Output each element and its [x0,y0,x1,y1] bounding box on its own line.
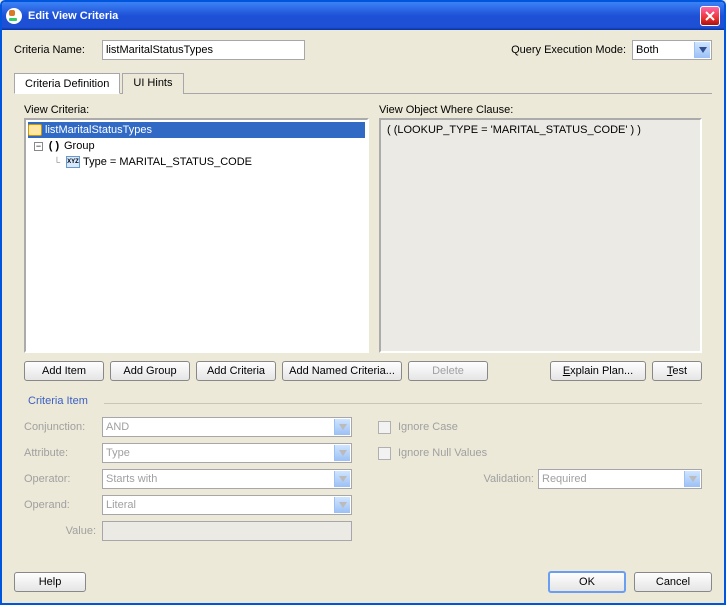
tab-ui-hints[interactable]: UI Hints [122,73,183,94]
value-input [102,521,352,541]
operator-value: Starts with [106,473,157,485]
conjunction-value: AND [106,421,129,433]
test-button[interactable]: TestTest [652,361,702,381]
add-group-button[interactable]: Add Group [110,361,190,381]
add-criteria-button[interactable]: Add Criteria [196,361,276,381]
add-named-criteria-button[interactable]: Add Named Criteria... [282,361,402,381]
operator-label: Operator: [24,473,102,485]
where-clause-text: ( (LOOKUP_TYPE = 'MARITAL_STATUS_CODE' )… [381,120,700,140]
chevron-down-icon [694,42,710,58]
attribute-select: Type [102,443,352,463]
cancel-button[interactable]: Cancel [634,572,712,592]
exec-mode-select[interactable]: Both [632,40,712,60]
tree-group-label: Group [64,140,95,152]
close-icon[interactable] [700,6,720,26]
tree-root[interactable]: listMaritalStatusTypes [28,122,365,138]
collapse-icon[interactable]: − [34,142,43,151]
tab-criteria-definition[interactable]: Criteria Definition [14,73,120,94]
chevron-down-icon [684,471,700,487]
conjunction-select: AND [102,417,352,437]
operator-select: Starts with [102,469,352,489]
ignore-case-checkbox [378,421,391,434]
tab-page: View Criteria: listMaritalStatusTypes − … [14,94,712,553]
dialog-window: Edit View Criteria Criteria Name: Query … [0,0,726,605]
validation-select: Required [538,469,702,489]
ok-button[interactable]: OK [548,571,626,593]
ignore-null-label: Ignore Null Values [398,447,538,459]
group-icon: ( ) [47,140,61,152]
attribute-value: Type [106,447,130,459]
criteria-name-input[interactable] [102,40,305,60]
view-criteria-label: View Criteria: [24,104,369,116]
delete-button: Delete [408,361,488,381]
help-button[interactable]: Help [14,572,86,592]
exec-mode-label: Query Execution Mode: [511,44,626,56]
tree-item[interactable]: └ XYZ Type = MARITAL_STATUS_CODE [28,154,365,170]
criteria-icon [28,124,42,136]
ignore-case-label: Ignore Case [398,421,538,433]
operand-value: Literal [106,499,136,511]
tree-item-label: Type = MARITAL_STATUS_CODE [83,156,252,168]
chevron-down-icon [334,419,350,435]
chevron-down-icon [334,497,350,513]
window-title: Edit View Criteria [28,10,118,22]
chevron-down-icon [334,471,350,487]
value-label: Value: [24,525,102,537]
chevron-down-icon [334,445,350,461]
where-clause-box: ( (LOOKUP_TYPE = 'MARITAL_STATUS_CODE' )… [379,118,702,353]
explain-plan-button[interactable]: EExplain Plan...xplain Plan... [550,361,646,381]
validation-label: Validation: [378,473,538,485]
connector-icon: └ [48,157,66,167]
where-clause-label: View Object Where Clause: [379,104,702,116]
add-item-button[interactable]: Add Item [24,361,104,381]
criteria-name-label: Criteria Name: [14,44,96,56]
view-criteria-tree[interactable]: listMaritalStatusTypes − ( ) Group └ [24,118,369,353]
attribute-label: Attribute: [24,447,102,459]
exec-mode-value: Both [636,44,659,56]
criteria-item-legend: Criteria Item [28,395,702,407]
attribute-icon: XYZ [66,156,80,168]
validation-value: Required [542,473,587,485]
ignore-null-checkbox [378,447,391,460]
operand-select: Literal [102,495,352,515]
title-bar[interactable]: Edit View Criteria [2,2,724,30]
app-icon [6,8,22,24]
tree-group[interactable]: − ( ) Group [28,138,365,154]
conjunction-label: Conjunction: [24,421,102,433]
operand-label: Operand: [24,499,102,511]
tab-bar: Criteria Definition UI Hints [14,72,712,94]
tree-root-label: listMaritalStatusTypes [45,124,152,136]
